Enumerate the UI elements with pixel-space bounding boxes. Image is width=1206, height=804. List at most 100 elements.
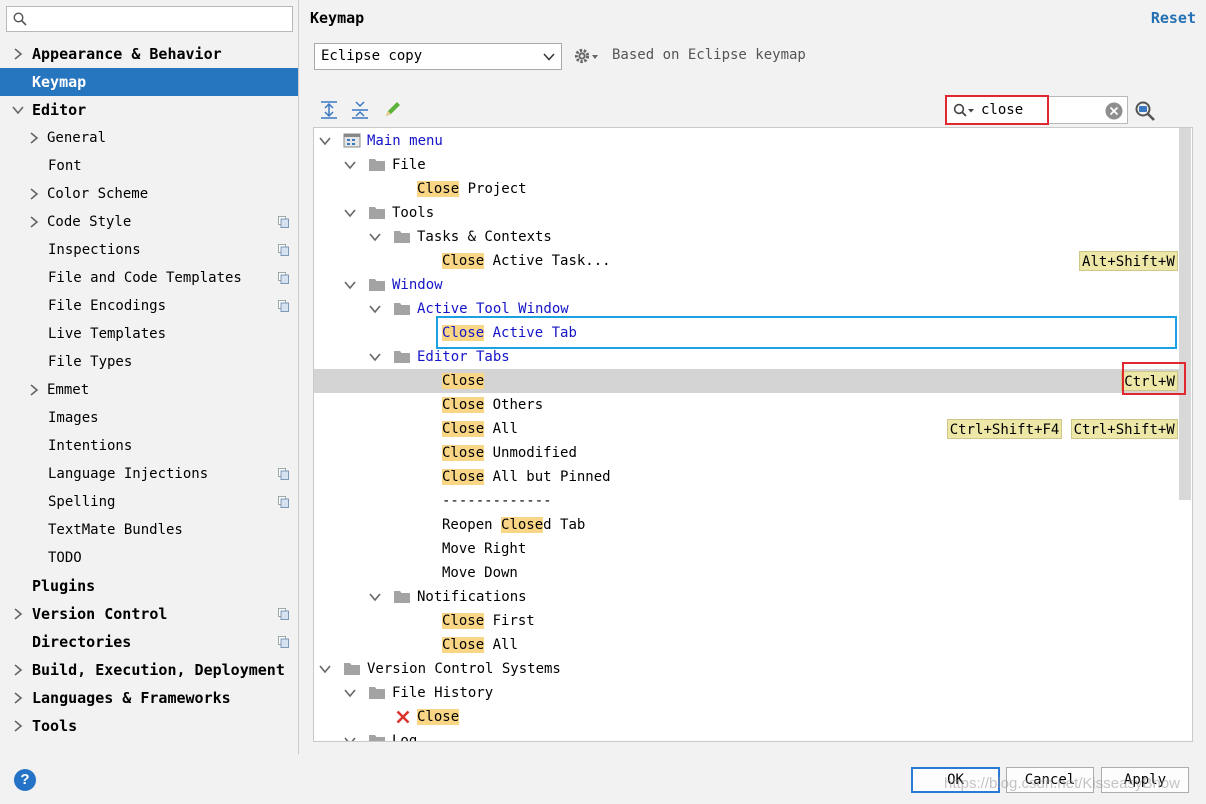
keymap-select[interactable]: Eclipse copy bbox=[314, 43, 562, 70]
tree-row[interactable]: Log bbox=[314, 729, 1180, 742]
chevron-down-icon[interactable] bbox=[344, 735, 356, 742]
annotation-box-red bbox=[1122, 362, 1186, 395]
tree-row[interactable]: File bbox=[314, 153, 1180, 177]
scrollbar[interactable] bbox=[1179, 128, 1191, 500]
sidebar-item[interactable]: Editor bbox=[0, 96, 298, 124]
sidebar-item[interactable]: Emmet bbox=[0, 376, 298, 404]
sidebar-item[interactable]: Font bbox=[0, 152, 298, 180]
search-match: Close bbox=[417, 709, 460, 725]
chevron-right-icon[interactable] bbox=[28, 384, 40, 396]
chevron-down-icon[interactable] bbox=[369, 303, 381, 315]
sidebar-item[interactable]: Color Scheme bbox=[0, 180, 298, 208]
sidebar-item[interactable]: Live Templates bbox=[0, 320, 298, 348]
chevron-right-icon[interactable] bbox=[28, 188, 40, 200]
chevron-right-icon[interactable] bbox=[12, 664, 24, 676]
chevron-down-icon[interactable] bbox=[12, 104, 24, 116]
help-icon[interactable]: ? bbox=[14, 769, 36, 791]
tree-row[interactable]: Main menu bbox=[314, 129, 1180, 153]
tree-row[interactable]: Version Control Systems bbox=[314, 657, 1180, 681]
tree-row[interactable]: Tasks & Contexts bbox=[314, 225, 1180, 249]
tree-row[interactable]: Close bbox=[314, 705, 1180, 729]
chevron-down-icon[interactable] bbox=[344, 687, 356, 699]
chevron-right-icon[interactable] bbox=[28, 216, 40, 228]
sidebar-item[interactable]: General bbox=[0, 124, 298, 152]
sidebar-item[interactable]: Intentions bbox=[0, 432, 298, 460]
chevron-down-icon[interactable] bbox=[369, 351, 381, 363]
sidebar-item[interactable]: TextMate Bundles bbox=[0, 516, 298, 544]
tree-row[interactable]: Close Ctrl+W bbox=[314, 369, 1180, 393]
annotation-box-cyan bbox=[436, 316, 1177, 349]
chevron-down-icon[interactable] bbox=[344, 207, 356, 219]
sidebar-item-label: Color Scheme bbox=[47, 186, 149, 202]
sidebar-item[interactable]: Code Style bbox=[0, 208, 298, 236]
apply-button[interactable]: Apply bbox=[1101, 767, 1189, 793]
keymap-search-input[interactable] bbox=[979, 100, 1099, 120]
sidebar-item[interactable]: Version Control bbox=[0, 600, 298, 628]
clear-search-icon[interactable] bbox=[1105, 102, 1123, 120]
tree-row[interactable]: Close Unmodified bbox=[314, 441, 1180, 465]
tree-row[interactable]: Reopen Closed Tab bbox=[314, 513, 1180, 537]
edit-pencil-icon[interactable] bbox=[383, 100, 401, 120]
reset-link[interactable]: Reset bbox=[1151, 9, 1196, 27]
sidebar-item[interactable]: Spelling bbox=[0, 488, 298, 516]
sidebar-item[interactable]: Inspections bbox=[0, 236, 298, 264]
tree-row[interactable]: Close Others bbox=[314, 393, 1180, 417]
cancel-button[interactable]: Cancel bbox=[1006, 767, 1094, 793]
sidebar-item[interactable]: File and Code Templates bbox=[0, 264, 298, 292]
ok-button[interactable]: OK bbox=[911, 767, 1000, 793]
settings-search-input[interactable] bbox=[31, 9, 286, 29]
keymap-search-field[interactable] bbox=[945, 95, 1128, 125]
sidebar-item[interactable]: Appearance & Behavior bbox=[0, 40, 298, 68]
sidebar-item[interactable]: Keymap bbox=[0, 68, 298, 96]
tree-row[interactable]: Close All bbox=[314, 633, 1180, 657]
folder-icon bbox=[394, 351, 410, 363]
tree-row[interactable]: Close All but Pinned bbox=[314, 465, 1180, 489]
tree-row[interactable]: Notifications bbox=[314, 585, 1180, 609]
sidebar-item[interactable]: Tools bbox=[0, 712, 298, 740]
tree-row-label: Close bbox=[417, 705, 460, 729]
sidebar-item[interactable]: Directories bbox=[0, 628, 298, 656]
folder-icon bbox=[394, 231, 410, 243]
tree-row[interactable]: Window bbox=[314, 273, 1180, 297]
chevron-right-icon[interactable] bbox=[28, 132, 40, 144]
sidebar-item[interactable]: TODO bbox=[0, 544, 298, 572]
collapse-all-icon[interactable] bbox=[351, 100, 369, 120]
tree-row[interactable]: Move Down bbox=[314, 561, 1180, 585]
chevron-right-icon[interactable] bbox=[12, 48, 24, 60]
sidebar-item-label: Plugins bbox=[32, 577, 96, 595]
chevron-right-icon[interactable] bbox=[12, 692, 24, 704]
expand-all-icon[interactable] bbox=[320, 100, 338, 120]
chevron-down-icon[interactable] bbox=[369, 231, 381, 243]
label-text: Active Tool Window bbox=[417, 301, 569, 317]
sidebar-item[interactable]: File Encodings bbox=[0, 292, 298, 320]
gear-icon[interactable] bbox=[573, 46, 599, 66]
settings-search-field[interactable] bbox=[6, 6, 293, 32]
sidebar-item[interactable]: Languages & Frameworks bbox=[0, 684, 298, 712]
chevron-down-icon[interactable] bbox=[344, 159, 356, 171]
chevron-down-icon[interactable] bbox=[319, 663, 331, 675]
search-icon[interactable] bbox=[953, 103, 975, 119]
sidebar-item[interactable]: Plugins bbox=[0, 572, 298, 600]
chevron-right-icon[interactable] bbox=[12, 608, 24, 620]
find-by-shortcut-icon[interactable] bbox=[1134, 100, 1156, 122]
tree-row[interactable]: ------------- bbox=[314, 489, 1180, 513]
tree-row[interactable]: Close First bbox=[314, 609, 1180, 633]
tree-row[interactable]: Close All Ctrl+Shift+W Ctrl+Shift+F4 bbox=[314, 417, 1180, 441]
chevron-down-icon[interactable] bbox=[369, 591, 381, 603]
tree-row[interactable]: Move Right bbox=[314, 537, 1180, 561]
chevron-down-icon[interactable] bbox=[344, 279, 356, 291]
tree-row[interactable]: Close Project bbox=[314, 177, 1180, 201]
sidebar-item[interactable]: Images bbox=[0, 404, 298, 432]
sidebar-item[interactable]: Build, Execution, Deployment bbox=[0, 656, 298, 684]
tree-row-label: Notifications bbox=[417, 585, 527, 609]
sidebar-item[interactable]: File Types bbox=[0, 348, 298, 376]
tree-row[interactable]: File History bbox=[314, 681, 1180, 705]
sidebar-item[interactable]: Language Injections bbox=[0, 460, 298, 488]
sidebar-item-label: Inspections bbox=[48, 242, 141, 258]
chevron-down-icon[interactable] bbox=[319, 135, 331, 147]
tree-row[interactable]: Tools bbox=[314, 201, 1180, 225]
tree-row[interactable]: Close Active Task... Alt+Shift+W bbox=[314, 249, 1180, 273]
chevron-right-icon[interactable] bbox=[12, 720, 24, 732]
tree-row-label: Close All bbox=[442, 417, 518, 441]
tree-row-label: Log bbox=[392, 729, 417, 741]
